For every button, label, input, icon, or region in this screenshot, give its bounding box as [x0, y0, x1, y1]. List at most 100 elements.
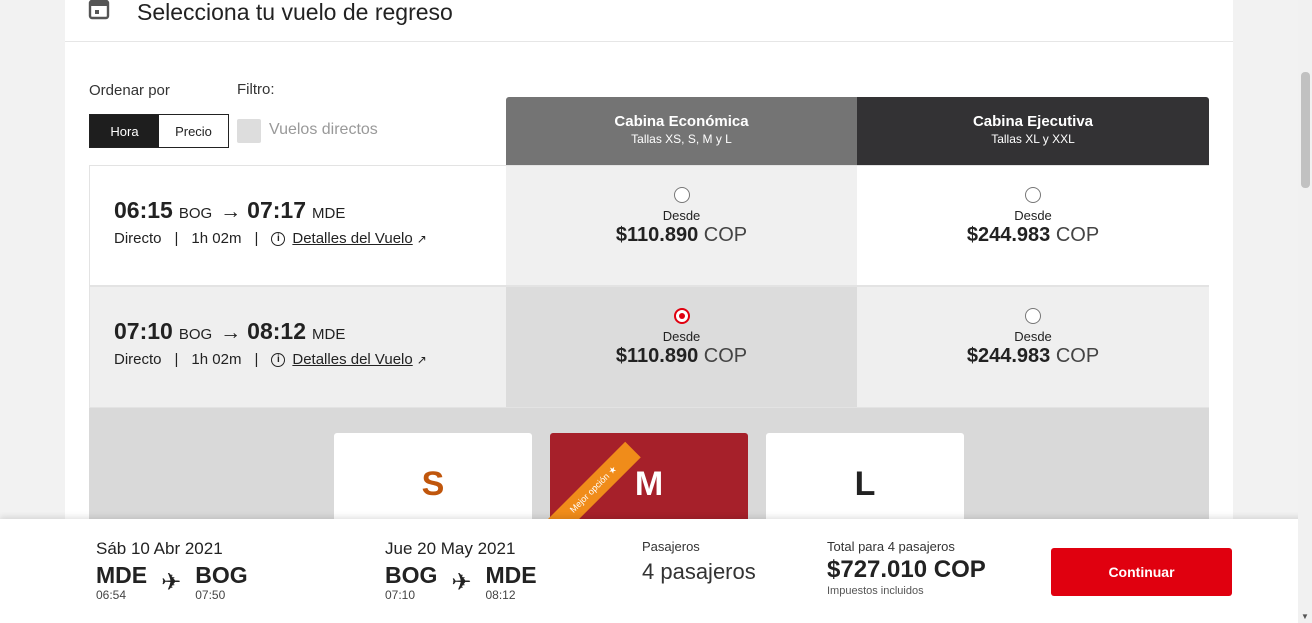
taxes-note: Impuestos incluidos	[827, 585, 924, 597]
fare-currency: COP	[703, 345, 748, 367]
leg-time: 06:54	[96, 588, 127, 602]
passengers-label: Pasajeros	[642, 539, 700, 554]
outbound-leg: Sáb 10 Abr 2021 MDE 06:54 ✈ BOG 07:50	[96, 539, 248, 602]
size-option-s[interactable]: S	[334, 433, 532, 523]
sort-option-precio[interactable]: Precio	[159, 115, 228, 147]
separator: |	[174, 351, 179, 368]
booking-summary-bar: Sáb 10 Abr 2021 MDE 06:54 ✈ BOG 07:50 Ju…	[0, 519, 1312, 623]
price-from-label: Desde	[662, 329, 701, 344]
flight-duration: 1h 02m	[191, 230, 242, 247]
airplane-icon: ✈	[451, 569, 472, 596]
leg-origin: MDE 06:54	[96, 562, 147, 602]
executive-fare-radio[interactable]	[1025, 187, 1041, 203]
external-link-icon: ↗	[416, 352, 427, 367]
page-title: Selecciona tu vuelo de regreso	[137, 0, 453, 25]
flight-duration: 1h 02m	[191, 351, 242, 368]
direct-flights-label[interactable]: Vuelos directos	[269, 121, 378, 139]
total-value: $727.010 COP	[827, 556, 986, 583]
leg-code: MDE	[96, 562, 148, 588]
fare-price: $110.890 COP	[506, 224, 857, 247]
continue-button[interactable]: Continuar	[1051, 548, 1232, 596]
leg-time: 08:12	[485, 588, 516, 602]
arrival-time: 07:17	[247, 197, 306, 223]
departure-code: BOG	[178, 326, 213, 343]
sort-toggle: Hora Precio	[89, 114, 229, 148]
arrival-code: MDE	[312, 205, 346, 222]
price-from-label: Desde	[1014, 208, 1052, 223]
flight-type: Directo	[114, 230, 162, 247]
passengers-summary: Pasajeros 4 pasajeros	[642, 539, 756, 585]
cabin-sizes: Tallas XS, S, M y L	[631, 132, 732, 146]
fare-price: $244.983 COP	[857, 345, 1209, 368]
filter-label: Filtro:	[237, 81, 275, 98]
scrollbar-thumb[interactable]	[1301, 72, 1310, 188]
scroll-down-icon[interactable]: ▼	[1301, 612, 1309, 621]
leg-route: MDE 06:54 ✈ BOG 07:50	[96, 562, 248, 602]
leg-route: BOG 07:10 ✈ MDE 08:12	[385, 562, 537, 602]
arrow-right-icon: →	[220, 200, 242, 223]
flight-type: Directo	[114, 351, 162, 368]
flight-times: 07:10 BOG → 08:12 MDE	[114, 318, 351, 345]
sort-option-hora[interactable]: Hora	[90, 115, 159, 147]
size-option-l[interactable]: L	[766, 433, 964, 523]
info-icon: i	[271, 231, 286, 246]
flight-meta: Directo | 1h 02m | i Detalles del Vuelo …	[114, 351, 427, 368]
total-summary: Total para 4 pasajeros $727.010 COP Impu…	[827, 539, 986, 597]
departure-code: BOG	[178, 205, 213, 222]
total-label: Total para 4 pasajeros	[827, 539, 955, 554]
separator: |	[254, 230, 259, 247]
leg-destination: MDE 08:12	[486, 562, 537, 602]
leg-time: 07:10	[385, 588, 416, 602]
star-icon: ★	[605, 463, 619, 477]
economy-fare-cell[interactable]: Desde $110.890 COP	[506, 166, 857, 285]
page-scrollbar[interactable]: ▼	[1298, 0, 1312, 623]
leg-destination: BOG 07:50	[195, 562, 247, 602]
flight-details-link[interactable]: Detalles del Vuelo	[292, 230, 412, 247]
fare-amount: $244.983	[966, 224, 1051, 246]
departure-time: 07:10	[114, 318, 173, 344]
fare-currency: COP	[1055, 224, 1100, 246]
external-link-icon: ↗	[416, 231, 427, 246]
leg-date: Jue 20 May 2021	[385, 539, 516, 558]
flight-row: 06:15 BOG → 07:17 MDE Directo | 1h 02m |…	[89, 165, 1209, 286]
fare-amount: $110.890	[615, 345, 699, 367]
leg-code: MDE	[485, 562, 537, 588]
executive-fare-radio[interactable]	[1025, 308, 1041, 324]
fare-amount: $110.890	[615, 224, 699, 246]
leg-code: BOG	[385, 562, 438, 588]
fare-currency: COP	[703, 224, 748, 246]
info-icon: i	[271, 352, 286, 367]
size-options-area: S M Mejor opción ★ L	[89, 408, 1209, 537]
price-from-label: Desde	[662, 208, 701, 223]
cabin-name: Cabina Económica	[614, 113, 749, 130]
executive-fare-cell[interactable]: Desde $244.983 COP	[857, 166, 1209, 285]
ribbon-label: Mejor opción	[567, 471, 612, 515]
direct-flights-checkbox[interactable]	[237, 119, 261, 143]
arrival-code: MDE	[312, 326, 346, 343]
economy-fare-radio[interactable]	[673, 308, 690, 324]
fare-currency: COP	[1055, 345, 1100, 367]
economy-fare-cell[interactable]: Desde $110.890 COP	[506, 287, 857, 407]
cabin-header-economica: Cabina Económica Tallas XS, S, M y L	[506, 97, 857, 165]
cabin-header-ejecutiva: Cabina Ejecutiva Tallas XL y XXL	[857, 97, 1209, 165]
departure-time: 06:15	[114, 197, 173, 223]
sort-label: Ordenar por	[89, 82, 170, 99]
return-leg: Jue 20 May 2021 BOG 07:10 ✈ MDE 08:12	[385, 539, 537, 602]
price-from-label: Desde	[1014, 329, 1052, 344]
calendar-icon	[88, 0, 110, 20]
passengers-value: 4 pasajeros	[642, 559, 756, 584]
cabin-name: Cabina Ejecutiva	[972, 113, 1094, 130]
fare-price: $110.890 COP	[506, 345, 857, 368]
flight-meta: Directo | 1h 02m | i Detalles del Vuelo …	[114, 230, 427, 247]
leg-origin: BOG 07:10	[385, 562, 437, 602]
size-option-m[interactable]: M Mejor opción ★	[546, 433, 748, 537]
executive-fare-cell[interactable]: Desde $244.983 COP	[857, 287, 1209, 407]
separator: |	[174, 230, 179, 247]
flight-details-link[interactable]: Detalles del Vuelo	[292, 351, 412, 368]
fare-amount: $244.983	[966, 345, 1051, 367]
arrow-right-icon: →	[220, 321, 242, 344]
leg-code: BOG	[195, 562, 248, 588]
cabin-sizes: Tallas XL y XXL	[991, 132, 1075, 146]
flight-row: 07:10 BOG → 08:12 MDE Directo | 1h 02m |…	[89, 286, 1209, 408]
economy-fare-radio[interactable]	[673, 187, 690, 203]
